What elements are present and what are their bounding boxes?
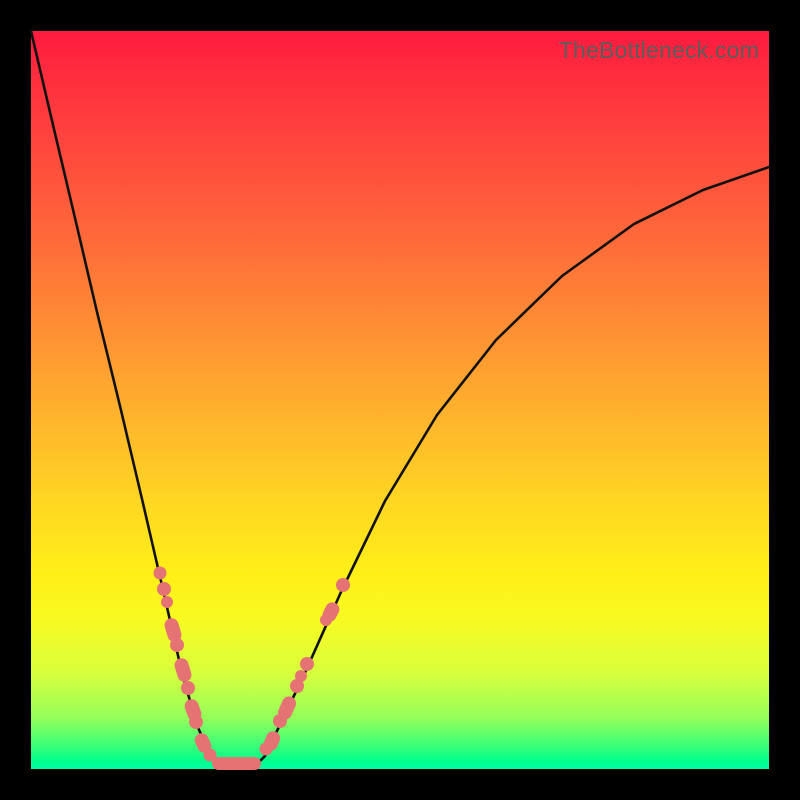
chart-svg [31, 31, 769, 769]
chart-frame: TheBottleneck.com [0, 0, 800, 800]
chart-plot-area: TheBottleneck.com [31, 31, 769, 769]
right-branch-markers [260, 578, 351, 756]
bottom-pill-marker [212, 757, 261, 770]
left-branch-markers [154, 567, 217, 762]
bottleneck-curve [31, 31, 769, 768]
